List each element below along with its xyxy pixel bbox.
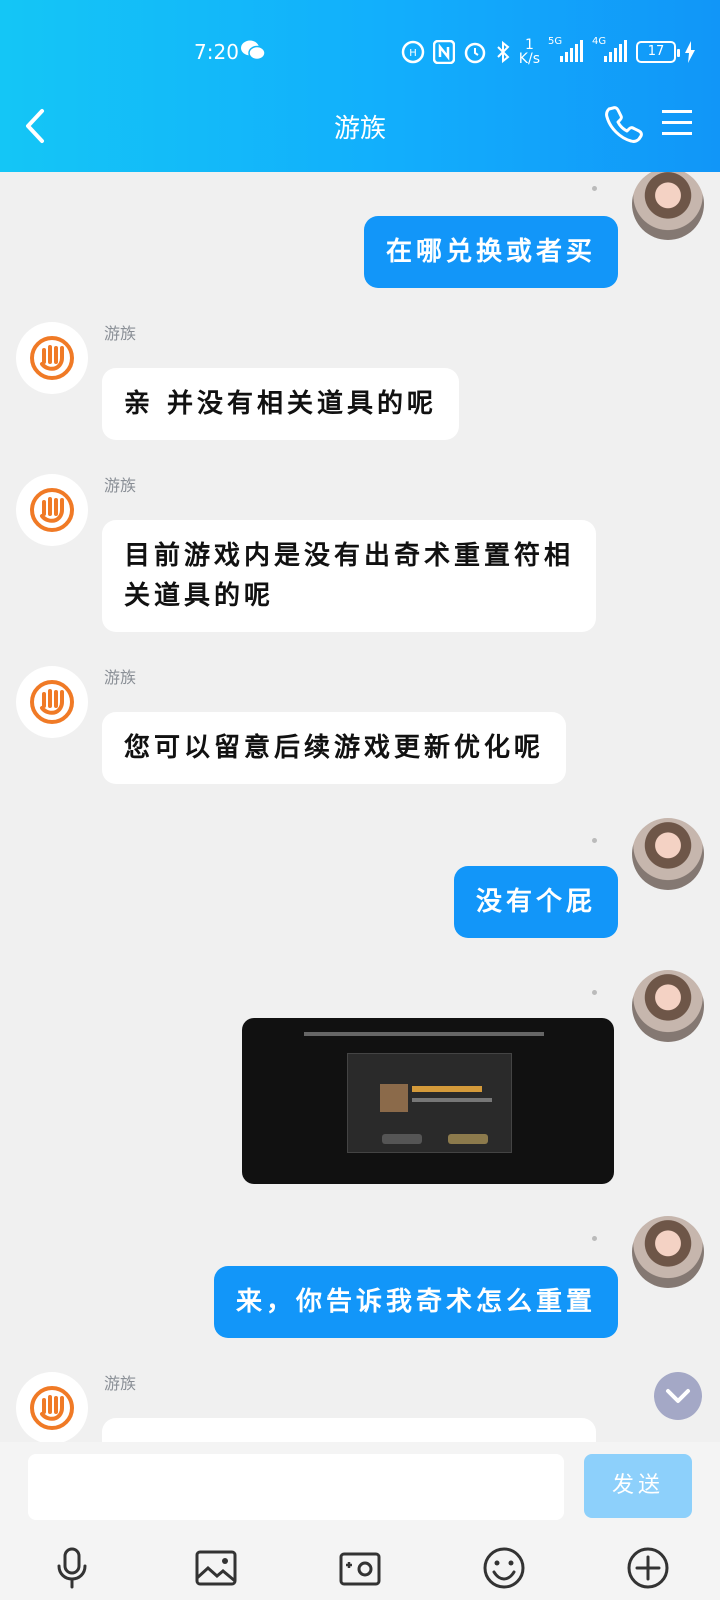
youzu-logo-icon <box>30 488 74 532</box>
youzu-logo-icon <box>30 336 74 380</box>
wechat-icon <box>241 40 266 61</box>
my-avatar[interactable] <box>632 818 704 890</box>
image-dialog-preview <box>347 1053 512 1153</box>
bot-avatar[interactable] <box>16 1372 88 1442</box>
read-indicator <box>592 990 597 995</box>
message-bubble-incoming[interactable]: 目前游戏内是没有出奇术重置符相关道具的呢 <box>102 520 596 632</box>
send-button[interactable]: 发送 <box>584 1454 692 1518</box>
network-speed: 1 K/s <box>518 37 540 67</box>
sender-name: 游族 <box>104 476 137 495</box>
message-list[interactable]: 在哪兑换或者买 游族 亲 并没有相关道具的呢 游族 目前游戏内是没有出奇术重置符… <box>0 172 720 1442</box>
sender-name: 游族 <box>104 1374 137 1393</box>
youzu-logo-icon <box>30 1386 74 1430</box>
microphone-icon[interactable] <box>50 1546 94 1590</box>
my-avatar[interactable] <box>632 970 704 1042</box>
scroll-to-bottom-button[interactable] <box>654 1372 702 1420</box>
read-indicator <box>592 838 597 843</box>
message-bubble-incoming[interactable]: 亲 并没有相关道具的呢 <box>102 368 460 440</box>
signal-4g: 4G <box>592 36 628 64</box>
nfc-icon <box>432 40 455 64</box>
status-icons: H 1 K/s 5G 4G 17 <box>401 36 696 67</box>
screenshot-image-message[interactable] <box>242 1018 614 1184</box>
bot-avatar[interactable] <box>16 666 88 738</box>
battery-indicator: 17 <box>636 41 680 63</box>
alarm-icon <box>464 42 486 64</box>
status-time: 7:20 <box>194 40 239 64</box>
hd-call-icon: H <box>401 40 425 64</box>
navigation-bar: 游族 <box>0 96 720 156</box>
bluetooth-icon <box>497 40 510 64</box>
message-input[interactable] <box>28 1454 564 1520</box>
message-bubble-incoming[interactable]: 您可以留意后续游戏更新优化呢 <box>102 712 567 784</box>
charging-icon <box>685 41 695 63</box>
image-icon[interactable] <box>194 1546 238 1590</box>
bot-avatar[interactable] <box>16 474 88 546</box>
signal-5g: 5G <box>548 36 584 64</box>
message-bubble-outgoing[interactable]: 在哪兑换或者买 <box>363 216 618 288</box>
svg-text:H: H <box>409 48 417 59</box>
status-bar: 7:20 H 1 K/s 5G 4G 17 <box>0 36 720 70</box>
message-bubble-outgoing[interactable]: 来，你告诉我奇术怎么重置 <box>213 1266 618 1338</box>
my-avatar[interactable] <box>632 1216 704 1288</box>
composer-toolbar <box>0 1546 720 1596</box>
my-avatar[interactable] <box>632 172 704 240</box>
sender-name: 游族 <box>104 324 137 343</box>
phone-icon[interactable] <box>604 104 644 144</box>
menu-icon[interactable] <box>660 108 694 138</box>
plus-icon[interactable] <box>626 1546 670 1590</box>
emoji-icon[interactable] <box>482 1546 526 1590</box>
top-bar: 7:20 H 1 K/s 5G 4G 17 游族 <box>0 0 720 172</box>
youzu-logo-icon <box>30 680 74 724</box>
message-composer: 发送 <box>0 1442 720 1600</box>
read-indicator <box>592 186 597 191</box>
read-indicator <box>592 1236 597 1241</box>
message-bubble-incoming[interactable] <box>102 1418 596 1442</box>
image-header-line <box>304 1032 544 1036</box>
sender-name: 游族 <box>104 668 137 687</box>
message-bubble-outgoing[interactable]: 没有个屁 <box>453 866 618 938</box>
camera-icon[interactable] <box>338 1546 382 1590</box>
chevron-down-icon <box>666 1389 690 1403</box>
bot-avatar[interactable] <box>16 322 88 394</box>
